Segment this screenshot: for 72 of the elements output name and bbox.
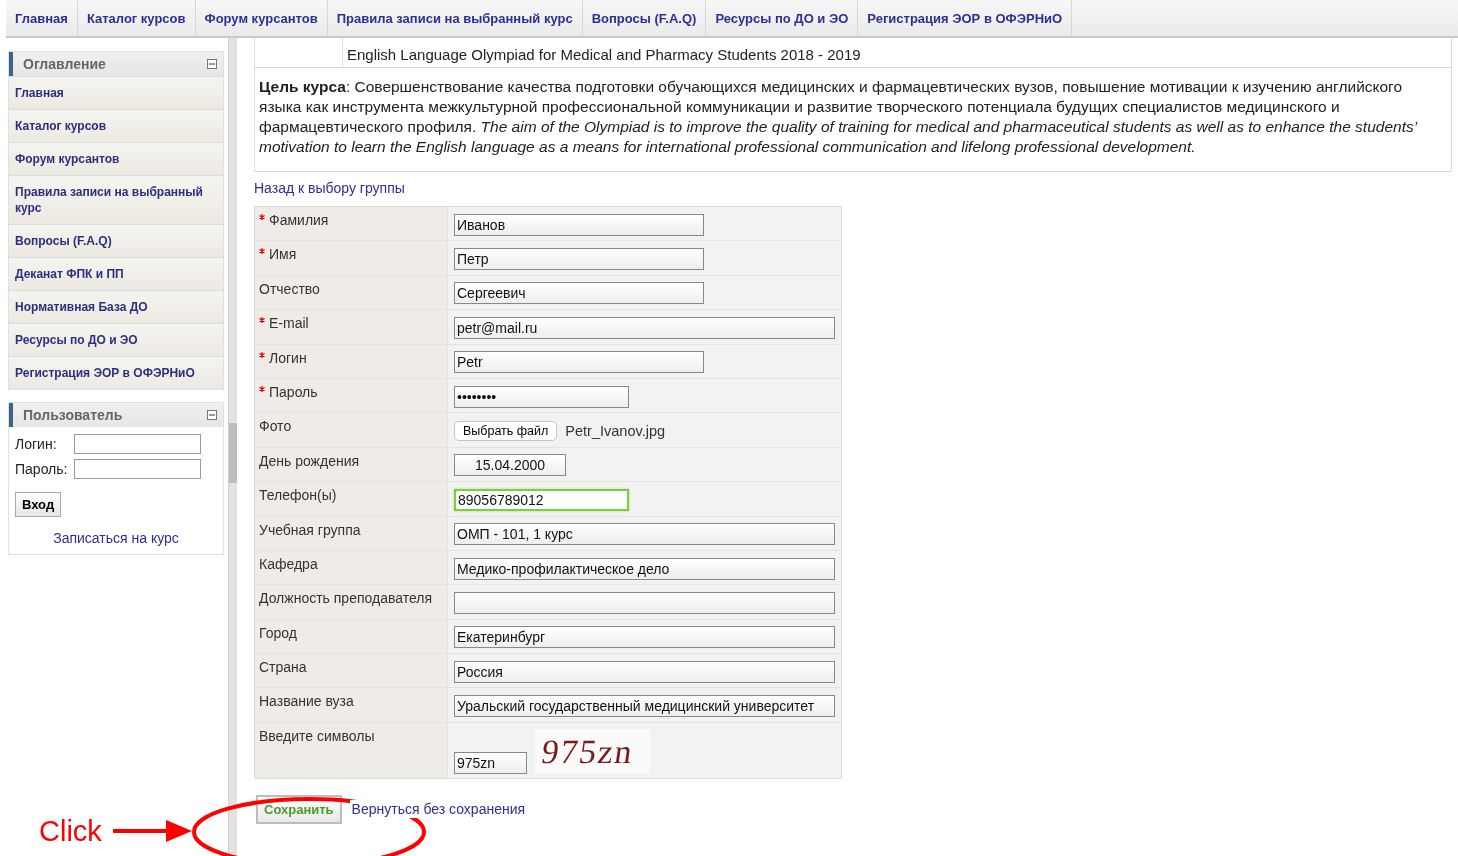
enroll-link[interactable]: Записаться на курс	[15, 530, 217, 546]
required-asterisk-icon	[259, 214, 265, 220]
field-label: Название вуза	[255, 688, 448, 722]
sidebar-link[interactable]: Главная	[9, 76, 223, 109]
text-input[interactable]: Уральский государственный медицинский университет	[454, 695, 835, 718]
field-label: Введите символы	[255, 722, 448, 778]
nav-link[interactable]: Вопросы (F.A.Q)	[582, 0, 707, 36]
required-asterisk-icon	[259, 317, 265, 324]
nav-link[interactable]: Каталог курсов	[77, 0, 196, 36]
field-label: День рождения	[255, 447, 448, 482]
nav-link[interactable]: Форум курсантов	[195, 0, 328, 36]
text-input[interactable]: 89056789012	[454, 488, 629, 511]
sidebar-link[interactable]: Деканат ФПК и ПП	[9, 257, 223, 290]
text-input[interactable]: Екатеринбург	[454, 626, 835, 649]
sidebar-link[interactable]: Правила записи на выбранный курс	[9, 175, 223, 224]
sidebar-link[interactable]: Вопросы (F.A.Q)	[9, 224, 223, 257]
field-label: Фамилия	[255, 207, 448, 241]
login-input[interactable]	[74, 434, 201, 454]
panel-title: Оглавление	[23, 56, 106, 72]
required-asterisk-icon	[259, 248, 265, 255]
field-label: E-mail	[255, 310, 448, 344]
field-label: Пароль	[255, 378, 448, 413]
field-label: Страна	[255, 654, 448, 688]
field-label: Кафедра	[255, 550, 448, 585]
scrollbar[interactable]	[228, 38, 237, 856]
captcha-input[interactable]: 975zn	[454, 751, 527, 774]
required-asterisk-icon	[259, 385, 265, 392]
collapse-icon[interactable]	[207, 410, 217, 420]
sidebar-link[interactable]: Регистрация ЭОР в ОФЭРНиО	[9, 356, 223, 389]
text-input[interactable]: Медико-профилактическое дело	[454, 557, 835, 580]
choose-file-button[interactable]: Выбрать файл	[454, 421, 558, 442]
password-label: Пароль:	[15, 461, 69, 477]
field-label: Должность преподавателя	[255, 585, 448, 619]
course-title: English Language Olympiad for Medical and Pharmacy Students 2018 - 2019	[346, 45, 862, 65]
text-input[interactable]	[454, 592, 835, 614]
login-button[interactable]: Вход	[15, 492, 62, 517]
field-label: Фото	[255, 413, 448, 447]
text-input[interactable]: Петр	[454, 248, 704, 271]
file-name: Petr_Ivanov.jpg	[565, 423, 666, 440]
text-input[interactable]: Иванов	[454, 213, 704, 236]
text-input[interactable]: Petr	[454, 351, 704, 374]
scrollbar-thumb[interactable]	[229, 423, 237, 483]
collapse-icon[interactable]	[207, 59, 217, 69]
sidebar-link[interactable]: Форум курсантов	[9, 142, 223, 175]
text-input[interactable]: Россия	[454, 660, 835, 683]
password-input[interactable]	[74, 459, 201, 479]
required-asterisk-icon	[259, 351, 265, 358]
text-input[interactable]: Сергеевич	[454, 282, 704, 305]
course-goal-text: Цель курса: Совершенствование качества подготовки обучающихся медицинских и фармацевтических вузов, повышение мотивации к изучению английского языка как инструмента межкультурной профессиональной коммуникации и развитие творческого потенциала будущих специалистов медицинского и фармацевтического профиля. The aim of the Olympiad is to improve the quality of training for medical and pharmaceutical students as well as to enhance the students’ motivation to learn the English language as a means for international professional communication and lifelong professional development.	[258, 77, 1419, 157]
field-label: Учебная группа	[255, 516, 448, 550]
field-label: Логин	[255, 344, 448, 378]
nav-link[interactable]: Правила записи на выбранный курс	[327, 0, 583, 36]
field-label: Отчество	[255, 275, 448, 310]
nav-link[interactable]: Ресурсы по ДО и ЭО	[706, 0, 859, 36]
back-link[interactable]: Назад к выбору группы	[254, 180, 405, 196]
annotation-label: Click	[39, 815, 102, 847]
text-input[interactable]: 15.04.2000	[454, 454, 566, 477]
field-label: Телефон(ы)	[255, 482, 448, 516]
nav-link[interactable]: Главная	[6, 0, 78, 36]
login-label: Логин:	[15, 436, 58, 452]
cancel-link[interactable]: Вернуться без сохранения	[349, 800, 528, 819]
sidebar-link[interactable]: Каталог курсов	[9, 109, 223, 142]
nav-link[interactable]: Регистрация ЭОР в ОФЭРНиО	[858, 0, 1073, 36]
text-input[interactable]: ••••••••	[454, 385, 629, 408]
sidebar-link[interactable]: Нормативная База ДО	[9, 290, 223, 323]
text-input[interactable]: ОМП - 101, 1 курс	[454, 523, 835, 546]
field-label: Имя	[255, 241, 448, 275]
field-label: Город	[255, 619, 448, 654]
captcha-image: 975zn	[535, 728, 650, 774]
panel-title: Пользователь	[23, 407, 123, 423]
text-input[interactable]: petr@mail.ru	[454, 316, 835, 339]
sidebar-link[interactable]: Ресурсы по ДО и ЭО	[9, 323, 223, 356]
